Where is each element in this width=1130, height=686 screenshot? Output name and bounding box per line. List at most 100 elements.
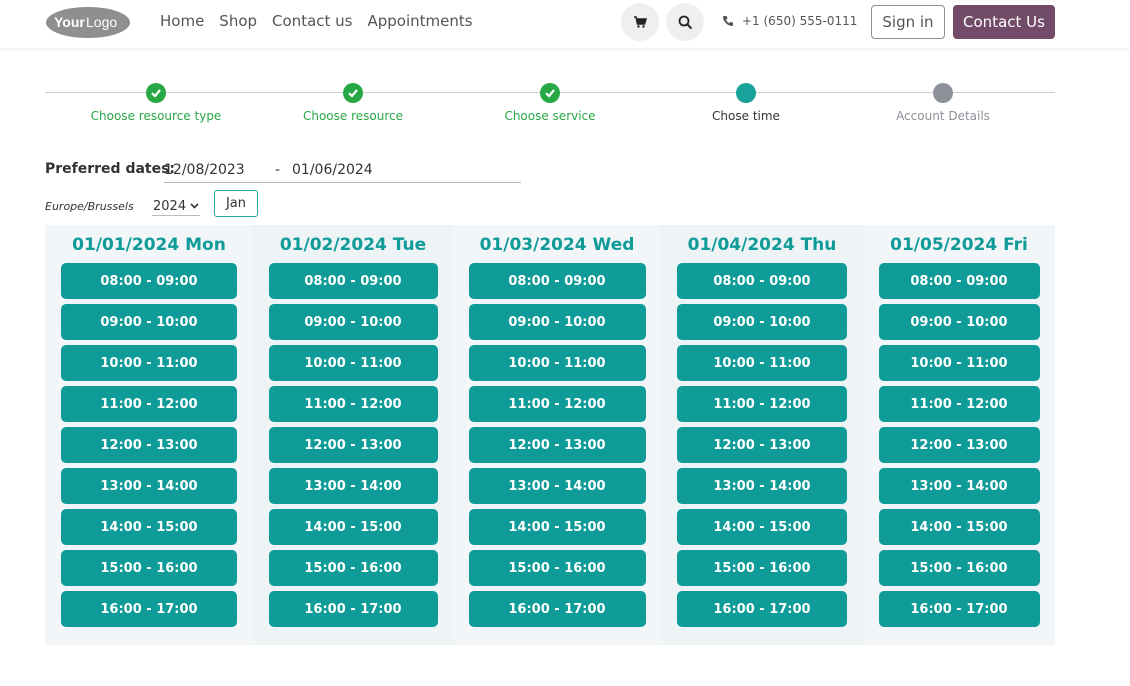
time-slot-button[interactable]: 16:00 - 17:00 <box>268 591 438 627</box>
progress-step: Choose service <box>440 82 660 123</box>
year-value: 2024 <box>153 198 187 214</box>
time-slot-button[interactable]: 14:00 - 15:00 <box>61 509 237 545</box>
progress-step: Account Details <box>833 82 1053 123</box>
year-select[interactable]: 2024 <box>152 197 200 216</box>
time-slot-button[interactable]: 10:00 - 11:00 <box>61 345 237 381</box>
nav-home[interactable]: Home <box>160 12 204 30</box>
time-slot-button[interactable]: 15:00 - 16:00 <box>61 550 237 586</box>
date-range-separator: - <box>275 162 281 178</box>
time-slot-button[interactable]: 09:00 - 10:00 <box>61 304 237 340</box>
check-icon <box>343 83 363 103</box>
pending-step-dot <box>933 83 953 103</box>
progress-step: Choose resource type <box>46 82 266 123</box>
time-slot-button[interactable]: 15:00 - 16:00 <box>268 550 438 586</box>
time-slot-button[interactable]: 11:00 - 12:00 <box>878 386 1040 422</box>
day-title: 01/02/2024 Tue <box>279 235 427 255</box>
phone-number: +1 (650) 555-0111 <box>742 14 858 28</box>
day-column: 01/05/2024 Fri 08:00 - 09:00 09:00 - 10:00… <box>863 225 1055 645</box>
time-slot-button[interactable]: 12:00 - 13:00 <box>468 427 646 463</box>
time-slot-button[interactable]: 14:00 - 15:00 <box>268 509 438 545</box>
time-slot-button[interactable]: 13:00 - 14:00 <box>468 468 646 504</box>
time-slot-button[interactable]: 12:00 - 13:00 <box>878 427 1040 463</box>
day-column: 01/04/2024 Thu 08:00 - 09:00 09:00 - 10:00… <box>661 225 863 645</box>
day-title: 01/01/2024 Mon <box>72 235 226 255</box>
time-slot-button[interactable]: 13:00 - 14:00 <box>268 468 438 504</box>
contact-us-button[interactable]: Contact Us <box>953 5 1055 39</box>
time-slot-button[interactable]: 09:00 - 10:00 <box>468 304 646 340</box>
svg-text:Logo: Logo <box>86 14 117 30</box>
time-slot-button[interactable]: 12:00 - 13:00 <box>677 427 847 463</box>
preferred-dates-label: Preferred dates: <box>45 161 176 177</box>
phone-link[interactable]: +1 (650) 555-0111 <box>722 14 857 28</box>
time-slot-button[interactable]: 16:00 - 17:00 <box>878 591 1040 627</box>
nav-contact-us[interactable]: Contact us <box>272 12 352 30</box>
time-slot-button[interactable]: 11:00 - 12:00 <box>268 386 438 422</box>
time-slot-button[interactable]: 11:00 - 12:00 <box>677 386 847 422</box>
progress-step-label: Choose service <box>504 109 596 123</box>
site-header: Your Logo Home Shop Contact us Appointme… <box>0 0 1130 48</box>
progress-step: Choose resource <box>243 82 463 123</box>
preferred-dates: Preferred dates: 12/08/2023 - 01/06/2024 <box>45 160 521 184</box>
check-icon <box>146 83 166 103</box>
date-to-input[interactable]: 01/06/2024 <box>292 162 373 178</box>
search-button[interactable] <box>666 3 704 41</box>
progress-step-label: Chose time <box>712 109 780 123</box>
time-slot-button[interactable]: 15:00 - 16:00 <box>677 550 847 586</box>
date-from-input[interactable]: 12/08/2023 <box>164 162 245 178</box>
time-slot-button[interactable]: 10:00 - 11:00 <box>468 345 646 381</box>
time-slot-button[interactable]: 10:00 - 11:00 <box>677 345 847 381</box>
time-slot-button[interactable]: 16:00 - 17:00 <box>677 591 847 627</box>
current-step-dot <box>736 83 756 103</box>
timezone-label: Europe/Brussels <box>45 200 134 213</box>
time-slot-button[interactable]: 10:00 - 11:00 <box>268 345 438 381</box>
day-title: 01/05/2024 Fri <box>890 235 1028 255</box>
svg-text:Your: Your <box>54 14 85 30</box>
time-slot-button[interactable]: 14:00 - 15:00 <box>468 509 646 545</box>
time-slot-button[interactable]: 14:00 - 15:00 <box>677 509 847 545</box>
time-slot-button[interactable]: 10:00 - 11:00 <box>878 345 1040 381</box>
time-slot-button[interactable]: 13:00 - 14:00 <box>878 468 1040 504</box>
site-logo[interactable]: Your Logo <box>45 6 131 39</box>
phone-icon <box>723 16 733 26</box>
day-column: 01/01/2024 Mon 08:00 - 09:00 09:00 - 10:00… <box>45 225 253 645</box>
time-slot-button[interactable]: 12:00 - 13:00 <box>268 427 438 463</box>
time-slot-button[interactable]: 11:00 - 12:00 <box>468 386 646 422</box>
day-title: 01/04/2024 Thu <box>687 235 837 255</box>
progress-step-label: Choose resource type <box>90 109 222 123</box>
chevron-down-icon <box>190 203 199 209</box>
time-slot-button[interactable]: 08:00 - 09:00 <box>677 263 847 299</box>
date-range-underline <box>164 182 521 183</box>
main-nav: Home Shop Contact us Appointments <box>160 12 473 30</box>
cart-button[interactable] <box>621 3 659 41</box>
month-button[interactable]: Jan <box>214 190 258 217</box>
time-slot-button[interactable]: 16:00 - 17:00 <box>61 591 237 627</box>
progress-step: Chose time <box>636 82 856 123</box>
time-slot-button[interactable]: 13:00 - 14:00 <box>677 468 847 504</box>
cart-icon <box>634 16 647 28</box>
time-slot-button[interactable]: 09:00 - 10:00 <box>268 304 438 340</box>
booking-progress: Choose resource type Choose resource Choos… <box>45 82 1055 132</box>
time-slot-button[interactable]: 08:00 - 09:00 <box>268 263 438 299</box>
time-slot-button[interactable]: 08:00 - 09:00 <box>61 263 237 299</box>
time-slot-button[interactable]: 08:00 - 09:00 <box>878 263 1040 299</box>
appointment-calendar: 01/01/2024 Mon 08:00 - 09:00 09:00 - 10:00… <box>45 225 1055 645</box>
day-title: 01/03/2024 Wed <box>479 235 635 255</box>
day-column: 01/02/2024 Tue 08:00 - 09:00 09:00 - 10:00… <box>253 225 453 645</box>
time-slot-button[interactable]: 14:00 - 15:00 <box>878 509 1040 545</box>
nav-appointments[interactable]: Appointments <box>367 12 472 30</box>
search-icon <box>678 15 692 29</box>
sign-in-button[interactable]: Sign in <box>871 5 945 39</box>
time-slot-button[interactable]: 09:00 - 10:00 <box>878 304 1040 340</box>
time-slot-button[interactable]: 15:00 - 16:00 <box>468 550 646 586</box>
time-slot-button[interactable]: 15:00 - 16:00 <box>878 550 1040 586</box>
time-slot-button[interactable]: 16:00 - 17:00 <box>468 591 646 627</box>
time-slot-button[interactable]: 12:00 - 13:00 <box>61 427 237 463</box>
time-slot-button[interactable]: 09:00 - 10:00 <box>677 304 847 340</box>
check-icon <box>540 83 560 103</box>
time-slot-button[interactable]: 11:00 - 12:00 <box>61 386 237 422</box>
progress-step-label: Choose resource <box>302 109 404 123</box>
nav-shop[interactable]: Shop <box>219 12 257 30</box>
time-slot-button[interactable]: 08:00 - 09:00 <box>468 263 646 299</box>
time-slot-button[interactable]: 13:00 - 14:00 <box>61 468 237 504</box>
day-column: 01/03/2024 Wed 08:00 - 09:00 09:00 - 10:00… <box>453 225 661 645</box>
